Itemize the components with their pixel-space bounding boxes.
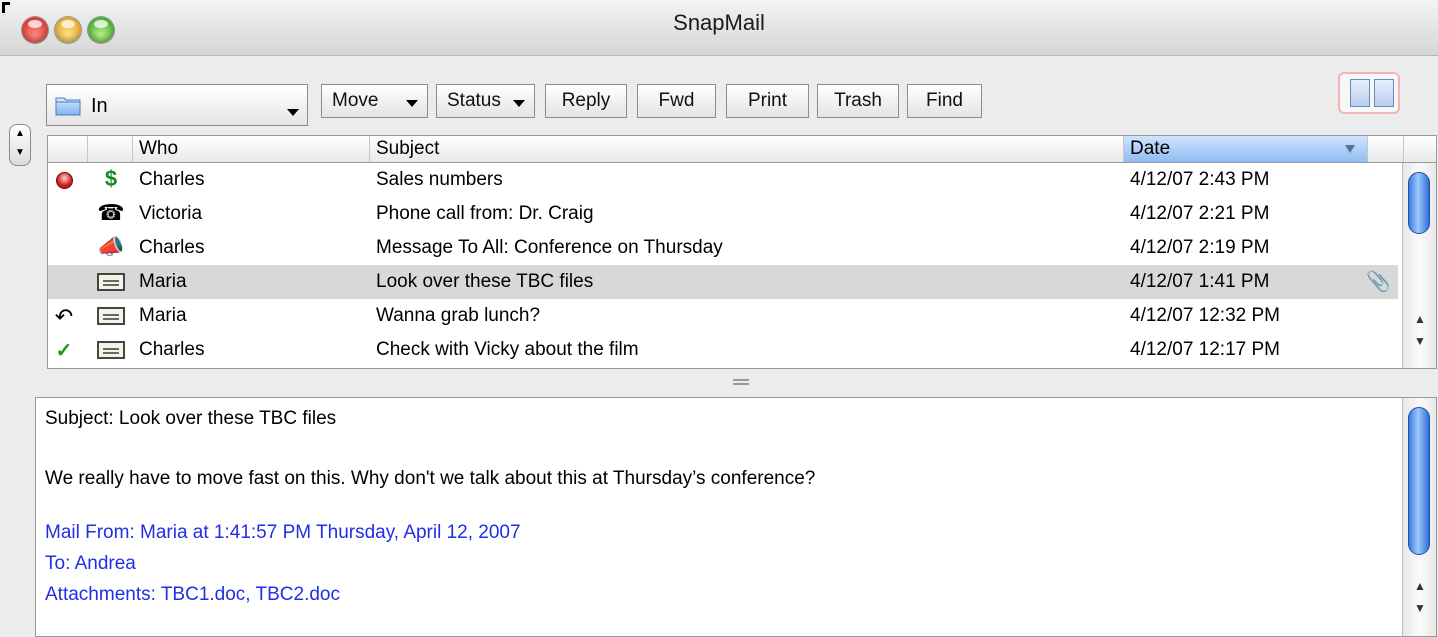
splitter-grip-icon[interactable] [733,379,749,381]
title-bar: SnapMail [0,0,1438,56]
table-row[interactable]: $ Charles Sales numbers 4/12/07 2:43 PM [48,163,1398,197]
checkmark-icon: ✓ [55,340,73,362]
status-empty [52,236,76,260]
status-button[interactable]: Status [436,84,535,118]
column-subject[interactable]: Subject [370,136,1124,162]
column-status[interactable] [48,136,88,162]
row-subject: Wanna grab lunch? [376,305,541,326]
preview-subject: Subject: Look over these TBC files [45,408,337,429]
move-button[interactable]: Move [321,84,428,118]
trash-button[interactable]: Trash [817,84,899,118]
status-empty [52,270,76,294]
column-type[interactable] [88,136,133,162]
row-date: 4/12/07 2:21 PM [1130,203,1270,224]
stepper-up-icon[interactable]: ▲ [10,125,30,144]
row-who: Maria [139,271,187,292]
row-date: 4/12/07 2:19 PM [1130,237,1270,258]
preview-attachments: Attachments: TBC1.doc, TBC2.doc [45,584,340,605]
phone-icon: ☎ [97,200,125,225]
row-date: 4/12/07 12:32 PM [1130,305,1280,326]
preview-from: Mail From: Maria at 1:41:57 PM Thursday,… [45,522,521,543]
preview-scroll-thumb[interactable] [1408,407,1430,555]
dollar-icon: $ [104,166,118,191]
layout-toggle[interactable] [1338,72,1400,114]
row-who: Charles [139,339,205,360]
scroll-up-arrow-icon[interactable]: ▲ [1403,309,1437,329]
pane-splitter[interactable] [47,371,1437,395]
column-who[interactable]: Who [133,136,370,162]
row-who: Charles [139,169,205,190]
row-who: Charles [139,237,205,258]
row-subject: Look over these TBC files [376,271,594,292]
table-row[interactable]: ↶ Maria Wanna grab lunch? 4/12/07 12:32 PM [48,299,1398,333]
reply-arrow-icon: ↶ [54,304,74,329]
row-date: 4/12/07 12:17 PM [1130,339,1280,360]
row-who: Victoria [139,203,203,224]
mailbox-popup[interactable]: In [46,84,308,126]
red-dot-icon [52,168,76,192]
reply-button[interactable]: Reply [545,84,627,118]
mailbox-stepper[interactable]: ▲ ▼ [9,124,31,166]
layout-pane-left-icon[interactable] [1350,79,1370,107]
paperclip-icon: 📎 [1366,271,1391,293]
preview-scroll-up-arrow-icon[interactable]: ▲ [1403,576,1437,596]
row-date: 4/12/07 2:43 PM [1130,169,1270,190]
message-list-scrollbar[interactable]: ▲ ▼ [1402,163,1436,368]
forward-button[interactable]: Fwd [637,84,716,118]
print-button[interactable]: Print [726,84,809,118]
row-subject: Phone call from: Dr. Craig [376,203,594,224]
message-list: Who Subject Date $ Charles Sales numbers 4/… [47,135,1437,369]
folder-icon [55,97,81,116]
find-button[interactable]: Find [907,84,982,118]
row-subject: Check with Vicky about the film [376,339,639,360]
preview-body: We really have to move fast on this. Why… [45,468,816,489]
column-date[interactable]: Date [1124,136,1368,162]
mailbox-label: In [91,95,108,117]
table-row[interactable]: Maria Look over these TBC files 4/12/07 1:… [48,265,1398,299]
window-title: SnapMail [673,10,765,35]
table-row[interactable]: 📣 Charles Message To All: Conference on Th… [48,231,1398,265]
column-date-label: Date [1130,138,1171,159]
column-attachment[interactable] [1368,136,1404,162]
chevron-down-icon [287,109,299,116]
row-who: Maria [139,305,187,326]
row-subject: Sales numbers [376,169,503,190]
preview-scroll-down-arrow-icon[interactable]: ▼ [1403,598,1437,618]
preview-scrollbar[interactable]: ▲ ▼ [1402,398,1436,636]
memo-icon [94,302,128,330]
sort-descending-icon [1345,145,1355,153]
row-date: 4/12/07 1:41 PM [1130,271,1270,292]
layout-pane-right-icon[interactable] [1374,79,1394,107]
preview-to: To: Andrea [45,553,136,574]
list-header: Who Subject Date [48,136,1436,163]
row-subject: Message To All: Conference on Thursday [376,237,723,258]
memo-icon [94,336,128,364]
status-empty [52,202,76,226]
stepper-down-icon[interactable]: ▼ [10,144,30,163]
megaphone-icon: 📣 [97,234,125,259]
message-list-scroll-thumb[interactable] [1408,172,1430,234]
memo-icon [94,268,128,296]
message-preview: Subject: Look over these TBC files We re… [35,397,1437,637]
scroll-down-arrow-icon[interactable]: ▼ [1403,331,1437,351]
table-row[interactable]: ☎ Victoria Phone call from: Dr. Craig 4/12/… [48,197,1398,231]
table-row[interactable]: ✓ Charles Check with Vicky about the film 4… [48,333,1398,367]
